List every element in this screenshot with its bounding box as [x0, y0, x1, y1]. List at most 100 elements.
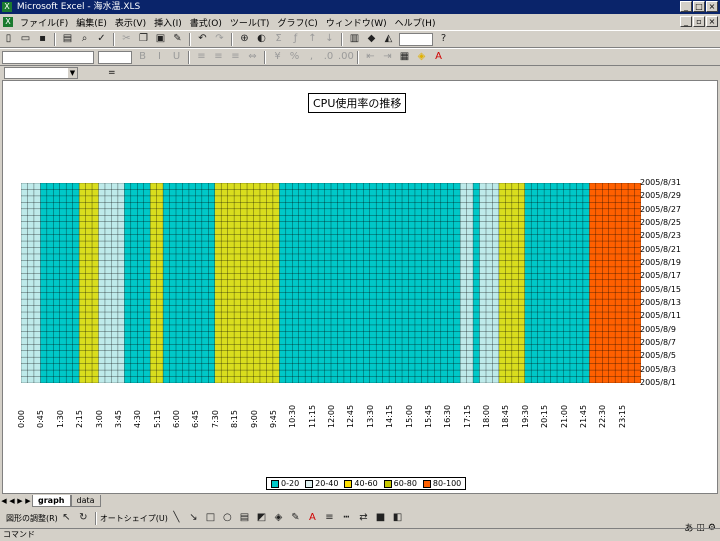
oval-icon[interactable]: ○	[220, 511, 235, 525]
drawing-icon[interactable]: ◭	[381, 32, 396, 46]
line-color-icon[interactable]: ✎	[288, 511, 303, 525]
menu-window[interactable]: ウィンドウ(W)	[322, 16, 391, 29]
x-tick-label: 21:00	[559, 404, 569, 428]
open-icon[interactable]: ▭	[18, 32, 33, 46]
chart-wizard-icon[interactable]: ▥	[347, 32, 362, 46]
3d-icon[interactable]: ◧	[390, 511, 405, 525]
sort-asc-icon[interactable]: ↑	[305, 32, 320, 46]
indent-icon[interactable]: ⇥	[380, 50, 395, 64]
menu-file[interactable]: ファイル(F)	[16, 16, 72, 29]
x-tick-label: 22:30	[598, 404, 608, 428]
maximize-button[interactable]: □	[693, 1, 705, 12]
cut-icon[interactable]: ✂	[119, 32, 134, 46]
adjust-shape-menu[interactable]: 図形の調整(R)	[6, 513, 58, 524]
decrease-decimal-icon[interactable]: .00	[338, 50, 354, 64]
menu-help[interactable]: ヘルプ(H)	[391, 16, 440, 29]
arrow-icon[interactable]: ↘	[186, 511, 201, 525]
print-icon[interactable]: ▤	[60, 32, 75, 46]
redo-icon[interactable]: ↷	[212, 32, 227, 46]
line-icon[interactable]: ╲	[169, 511, 184, 525]
first-sheet-icon[interactable]: ◀	[0, 497, 8, 505]
workbook-icon[interactable]: X	[3, 17, 13, 27]
doc-close-button[interactable]: ×	[706, 16, 718, 27]
name-box[interactable]: ▼	[4, 67, 78, 79]
rotate-icon[interactable]: ↻	[76, 511, 91, 525]
percent-icon[interactable]: %	[287, 50, 302, 64]
doc-minimize-button[interactable]: _	[680, 16, 692, 27]
font-color-icon[interactable]: A	[431, 50, 446, 64]
heatmap-band-7	[479, 183, 499, 383]
menu-insert[interactable]: 挿入(I)	[150, 16, 186, 29]
format-painter-icon[interactable]: ✎	[170, 32, 185, 46]
legend[interactable]: 0-20 20-40 40-60 60-80 80-100	[266, 477, 467, 490]
legend-item[interactable]: 80-100	[422, 479, 462, 488]
chevron-down-icon[interactable]: ▼	[68, 68, 77, 78]
heatmap-plot[interactable]	[21, 183, 641, 383]
preview-icon[interactable]: ⌕	[77, 32, 92, 46]
legend-item[interactable]: 20-40	[305, 479, 338, 488]
italic-icon[interactable]: I	[152, 50, 167, 64]
tab-data[interactable]: data	[70, 494, 101, 507]
paste-icon[interactable]: ▣	[153, 32, 168, 46]
increase-decimal-icon[interactable]: .0	[321, 50, 336, 64]
tab-graph[interactable]: graph	[32, 494, 71, 507]
select-icon[interactable]: ↖	[59, 511, 74, 525]
menu-edit[interactable]: 編集(E)	[72, 16, 111, 29]
fill-color-draw-icon[interactable]: ◈	[271, 511, 286, 525]
chart-title[interactable]: CPU使用率の推移	[308, 93, 407, 113]
line-style-icon[interactable]: ≡	[322, 511, 337, 525]
font-name-combo[interactable]	[2, 50, 94, 64]
new-icon[interactable]: ▯	[1, 32, 16, 46]
font-color-draw-icon[interactable]: A	[305, 511, 320, 525]
borders-icon[interactable]: ▦	[397, 50, 412, 64]
bold-icon[interactable]: B	[135, 50, 150, 64]
arrow-style-icon[interactable]: ⇄	[356, 511, 371, 525]
legend-item[interactable]: 0-20	[271, 479, 299, 488]
menu-tools[interactable]: ツール(T)	[226, 16, 274, 29]
help-icon[interactable]: ?	[436, 32, 451, 46]
align-right-icon[interactable]: ≡	[228, 50, 243, 64]
currency-icon[interactable]: ¥	[270, 50, 285, 64]
undo-icon[interactable]: ↶	[195, 32, 210, 46]
last-sheet-icon[interactable]: ▶	[24, 497, 32, 505]
font-size-combo[interactable]	[98, 50, 132, 64]
x-tick-label: 9:00	[249, 410, 259, 428]
menu-chart[interactable]: グラフ(C)	[273, 16, 321, 29]
textbox-icon[interactable]: ▤	[237, 511, 252, 525]
autoshape-menu[interactable]: オートシェイプ(U)	[100, 513, 168, 524]
prev-sheet-icon[interactable]: ◀	[8, 497, 16, 505]
menu-format[interactable]: 書式(O)	[186, 16, 226, 29]
map-icon[interactable]: ◆	[364, 32, 379, 46]
hyperlink-icon[interactable]: ⊕	[237, 32, 252, 46]
sort-desc-icon[interactable]: ↓	[322, 32, 337, 46]
fill-color-icon[interactable]: ◈	[414, 50, 429, 64]
save-icon[interactable]: ▪	[35, 32, 50, 46]
doc-restore-button[interactable]: ▫	[693, 16, 705, 27]
chart-sheet[interactable]: CPU使用率の推移 2005/8/31 2005/8/29 2005/8/27 200…	[2, 80, 718, 494]
close-button[interactable]: ×	[706, 1, 718, 12]
align-left-icon[interactable]: ≡	[194, 50, 209, 64]
rectangle-icon[interactable]: □	[203, 511, 218, 525]
shadow-icon[interactable]: ■	[373, 511, 388, 525]
web-icon[interactable]: ◐	[254, 32, 269, 46]
outdent-icon[interactable]: ⇤	[363, 50, 378, 64]
wordart-icon[interactable]: ◩	[254, 511, 269, 525]
formula-equals[interactable]: =	[108, 68, 116, 78]
function-icon[interactable]: ƒ	[288, 32, 303, 46]
next-sheet-icon[interactable]: ▶	[16, 497, 24, 505]
legend-item[interactable]: 60-80	[383, 479, 417, 488]
align-center-icon[interactable]: ≡	[211, 50, 226, 64]
minimize-button[interactable]: _	[680, 1, 692, 12]
copy-icon[interactable]: ❐	[136, 32, 151, 46]
x-tick-label: 8:15	[230, 410, 240, 428]
legend-item[interactable]: 40-60	[344, 479, 378, 488]
underline-icon[interactable]: U	[169, 50, 184, 64]
spelling-icon[interactable]: ✓	[94, 32, 109, 46]
merge-icon[interactable]: ⇔	[245, 50, 260, 64]
legend-label: 80-100	[432, 479, 462, 488]
dash-style-icon[interactable]: ┅	[339, 511, 354, 525]
sum-icon[interactable]: Σ	[271, 32, 286, 46]
menu-view[interactable]: 表示(V)	[111, 16, 150, 29]
comma-icon[interactable]: ,	[304, 50, 319, 64]
zoom-combo[interactable]	[399, 32, 433, 46]
